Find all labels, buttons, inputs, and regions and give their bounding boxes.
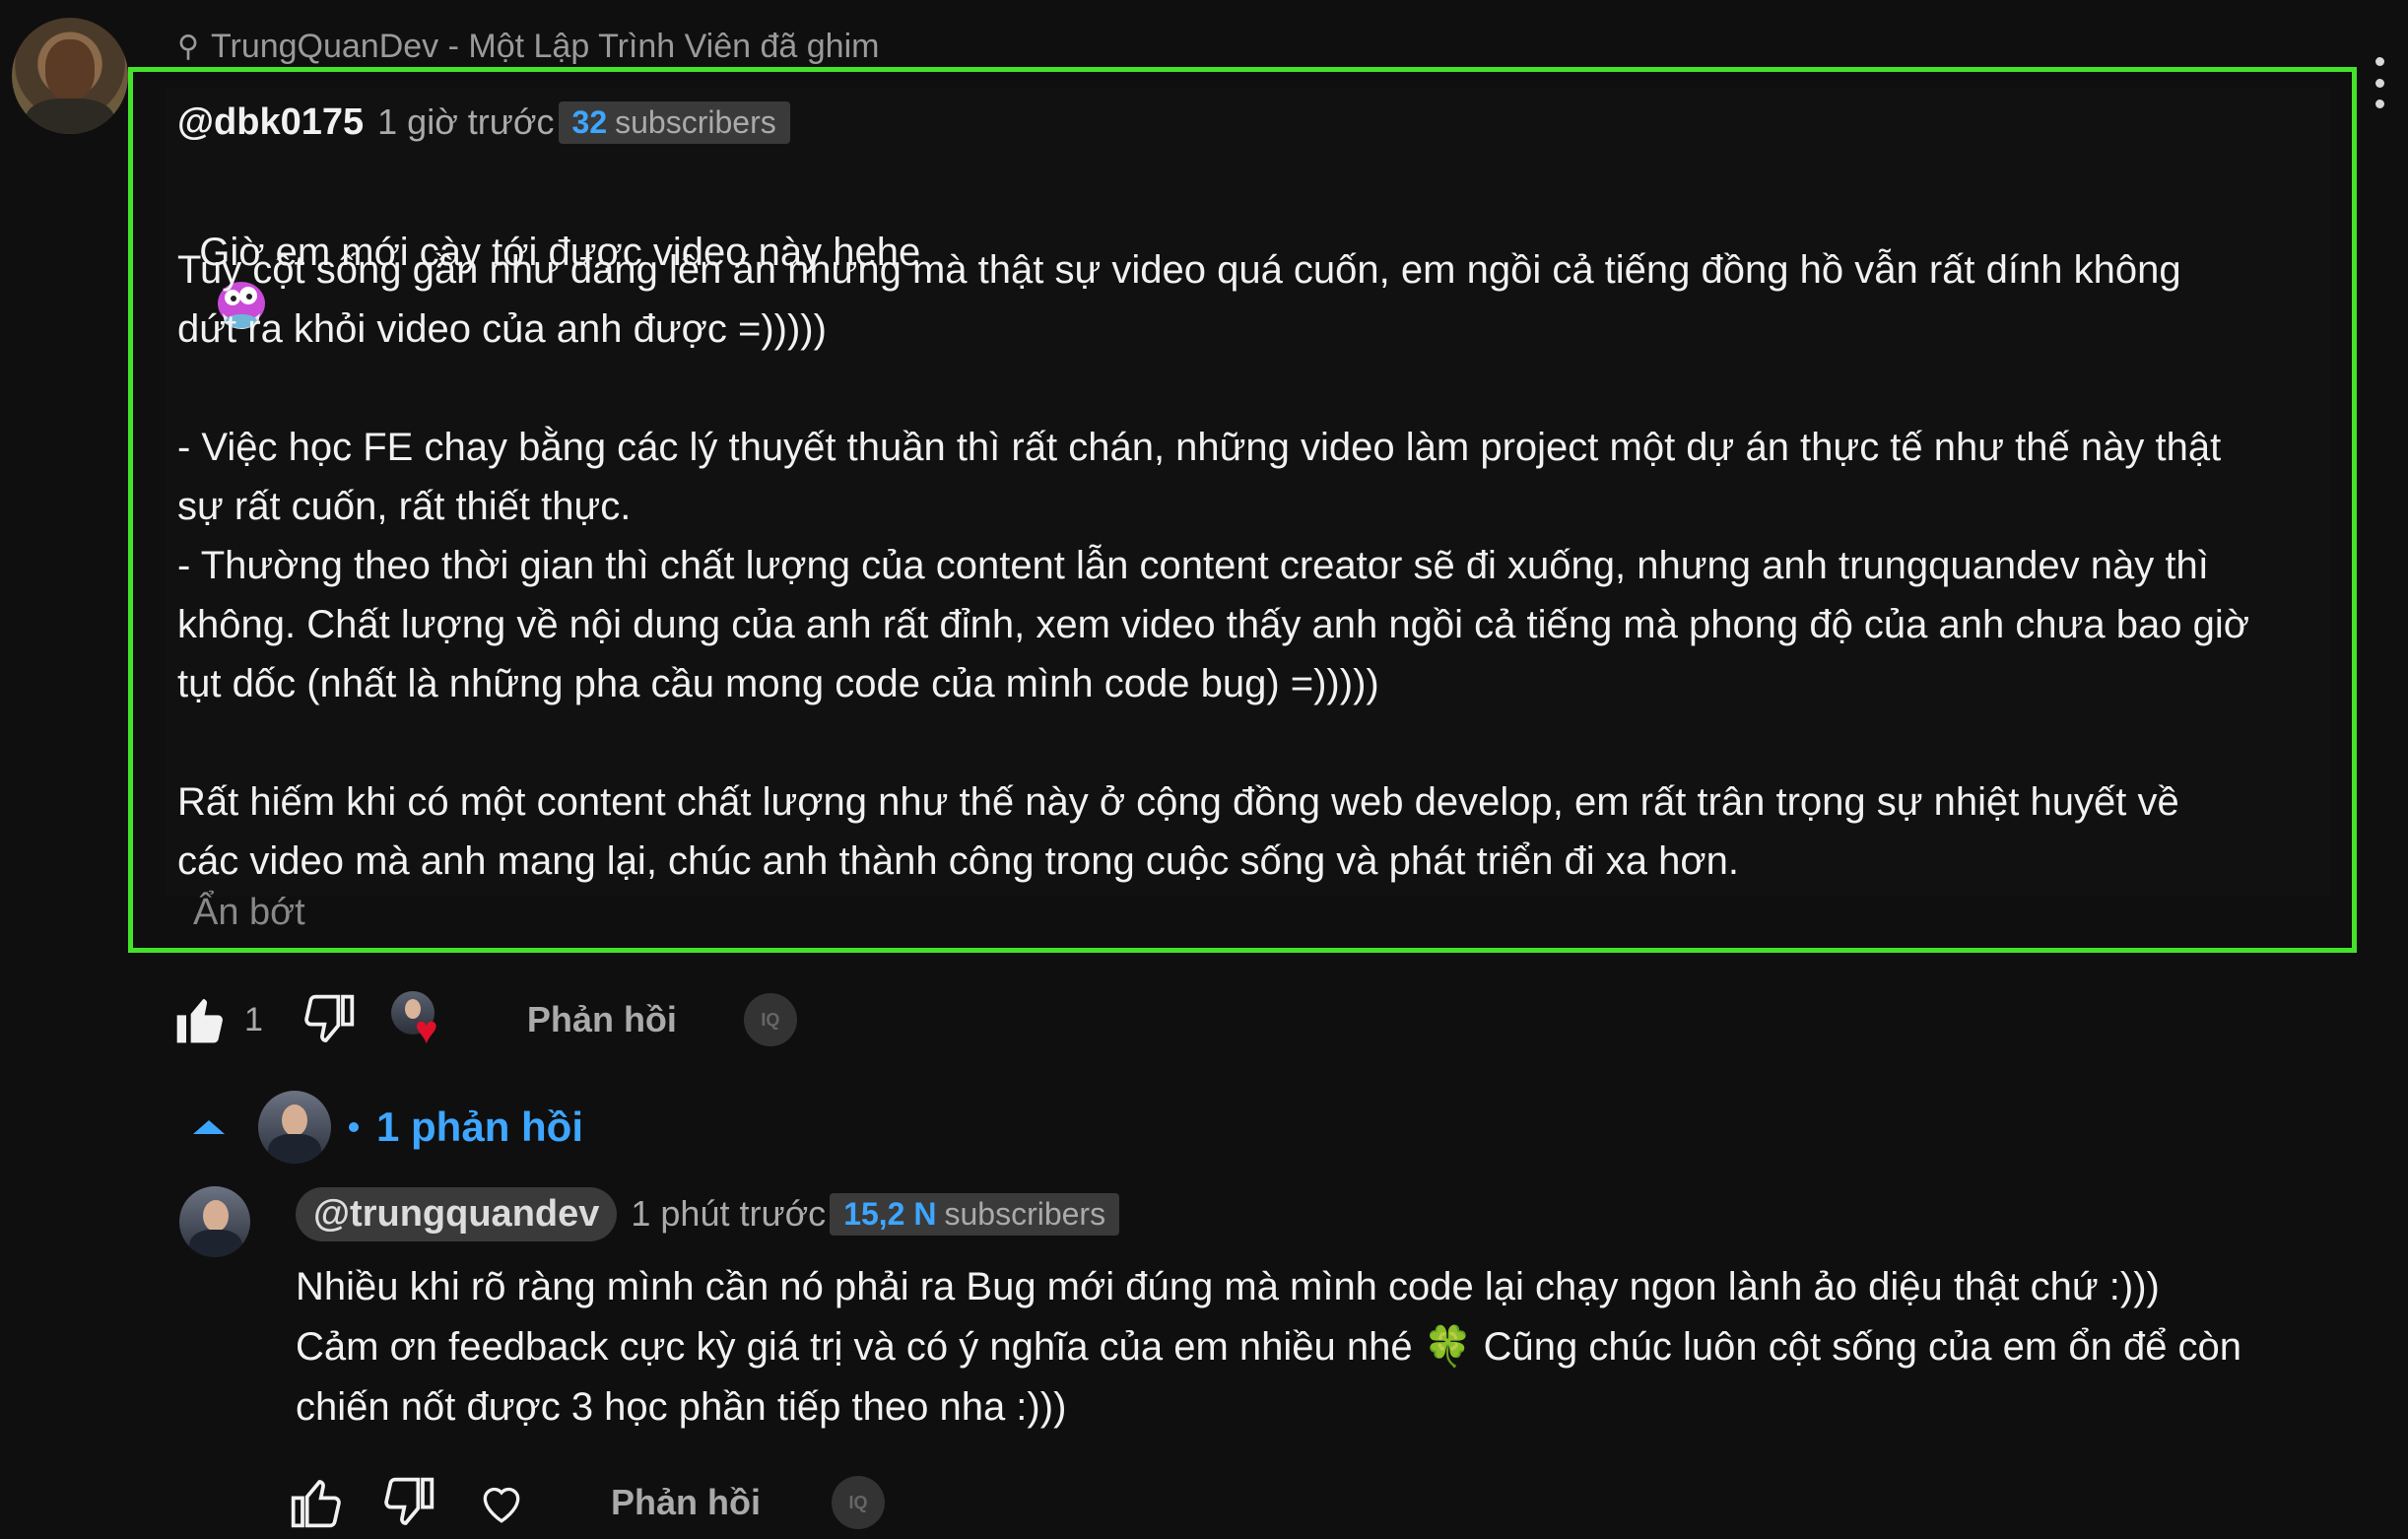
- reply-dislike-button[interactable]: [378, 1472, 439, 1533]
- comment-header: @dbk0175 1 giờ trước 32 subscribers: [177, 97, 790, 148]
- show-less-link[interactable]: Ẩn bớt: [193, 892, 305, 934]
- replies-toggle[interactable]: 1 phản hồi: [193, 1082, 583, 1172]
- reply-author-avatar[interactable]: [179, 1186, 250, 1257]
- creator-heart-badge: ♥: [387, 985, 456, 1054]
- reply-author[interactable]: @trungquandev: [296, 1186, 618, 1241]
- clover-emoji-icon: 🍀: [1423, 1325, 1473, 1369]
- heart-icon: ♥: [414, 1009, 438, 1052]
- comment-actions: 1 ♥ Phản hồi IQ: [169, 985, 797, 1054]
- separator-dot: [349, 1122, 359, 1132]
- reply-button[interactable]: Phản hồi: [500, 999, 704, 1040]
- extension-icon[interactable]: IQ: [743, 993, 797, 1046]
- thumbs-down-outline-icon: [384, 1477, 435, 1525]
- comment-paragraph-3: Rất hiếm khi có một content chất lượng n…: [177, 780, 2179, 883]
- reply-extension-icon[interactable]: IQ: [832, 1476, 885, 1529]
- subscribers-count: 32: [571, 103, 608, 140]
- commenter-avatar[interactable]: [12, 18, 128, 134]
- comment-paragraph-2: - Việc học FE chay bằng các lý thuyết th…: [177, 426, 2249, 705]
- thumbs-up-icon: [176, 999, 223, 1043]
- avatar-face: [45, 39, 95, 100]
- heart-outline-icon: [483, 1487, 520, 1523]
- pinned-label: ⚲ TrungQuanDev - Một Lập Trình Viên đã g…: [177, 24, 879, 69]
- reply-reply-button[interactable]: Phản hồi: [583, 1482, 788, 1523]
- reply-actions: Phản hồi IQ: [286, 1468, 885, 1537]
- creator-avatar: [258, 1091, 331, 1164]
- reply-subscribers-badge: 15,2 Nsubscribers: [830, 1192, 1120, 1236]
- comment-time[interactable]: 1 giờ trước: [377, 101, 554, 143]
- chevron-up-icon: [193, 1120, 225, 1134]
- thumbs-up-outline-icon: [291, 1480, 341, 1528]
- thumbs-down-icon: [304, 994, 355, 1042]
- reply-time[interactable]: 1 phút trước: [631, 1193, 826, 1235]
- reply-text: Nhiều khi rõ ràng mình cần nó phải ra Bu…: [296, 1257, 2384, 1438]
- like-button[interactable]: [169, 989, 231, 1050]
- dislike-button[interactable]: [299, 989, 360, 1050]
- reply-header: @trungquandev 1 phút trước 15,2 Nsubscri…: [296, 1184, 1120, 1243]
- pin-icon: ⚲: [177, 30, 199, 63]
- avatar-shirt: [26, 99, 114, 134]
- reply-subscribers-count: 15,2 N: [843, 1195, 937, 1232]
- pinned-text: TrungQuanDev - Một Lập Trình Viên đã ghi…: [210, 27, 880, 65]
- reply-subscribers-label: subscribers: [944, 1195, 1106, 1232]
- comment-paragraph-1: Tuy cột sống gần như đang lên án nhưng m…: [177, 248, 2181, 351]
- reply-like-button[interactable]: [286, 1472, 347, 1533]
- more-actions-icon[interactable]: [2365, 57, 2394, 108]
- comment-author[interactable]: @dbk0175: [177, 101, 364, 144]
- reply-heart-button[interactable]: [471, 1472, 532, 1533]
- replies-count-label[interactable]: 1 phản hồi: [376, 1104, 583, 1151]
- subscribers-badge: 32 subscribers: [558, 100, 790, 144]
- like-count: 1: [244, 1000, 263, 1038]
- subscribers-label: subscribers: [615, 103, 776, 140]
